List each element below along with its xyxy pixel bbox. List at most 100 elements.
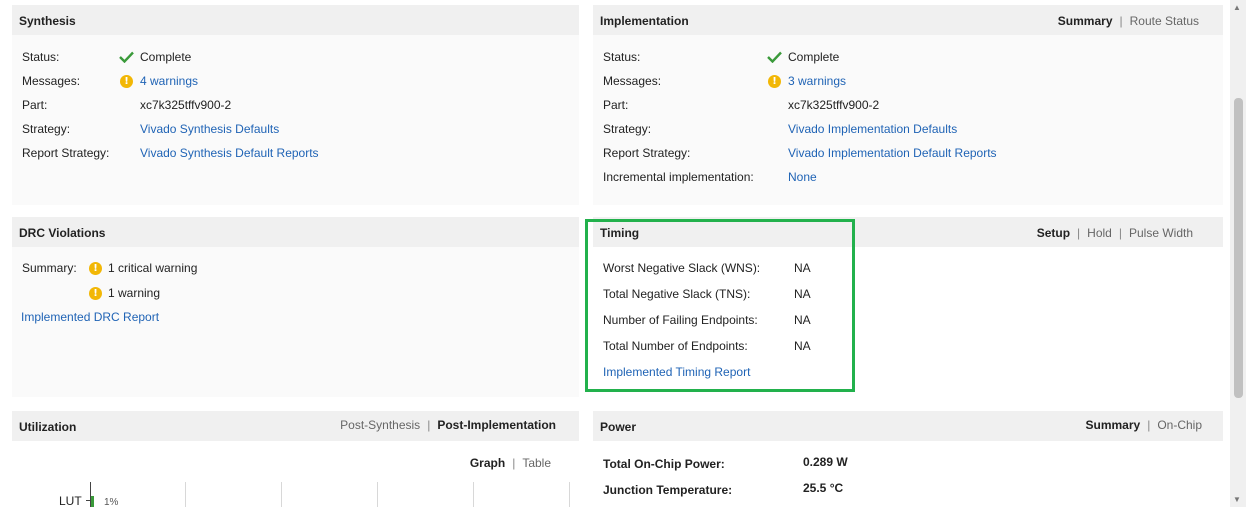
power-title: Power — [600, 420, 637, 434]
implementation-messages-label: Messages: — [603, 74, 662, 88]
drc-critical-warning[interactable]: 1 critical warning — [108, 261, 197, 275]
synthesis-status-value: Complete — [140, 50, 192, 64]
grid-line — [377, 482, 378, 507]
implementation-panel: Implementation Summary | Route Status Stat… — [593, 5, 1223, 205]
tns-value: NA — [794, 287, 811, 301]
utilization-title: Utilization — [19, 420, 77, 434]
timing-report-link[interactable]: Implemented Timing Report — [603, 365, 750, 379]
incremental-label: Incremental implementation: — [603, 170, 754, 184]
synthesis-title: Synthesis — [19, 14, 76, 28]
grid-line — [569, 482, 570, 507]
power-body: Total On-Chip Power: 0.289 W Junction Te… — [593, 441, 1223, 507]
tns-label: Total Negative Slack (TNS): — [603, 287, 751, 301]
tab-on-chip[interactable]: On-Chip — [1157, 418, 1202, 432]
drc-header: DRC Violations — [12, 217, 579, 247]
utilization-header: Utilization Post-Synthesis | Post-Implemen… — [12, 411, 579, 441]
power-panel: Power Summary | On-Chip Total On-Chip Powe… — [593, 411, 1223, 507]
utilization-axis-tick — [86, 500, 90, 501]
tab-power-summary[interactable]: Summary — [1085, 418, 1140, 432]
total-endpoints-label: Total Number of Endpoints: — [603, 339, 748, 353]
timing-header: Timing Setup | Hold | Pulse Width — [593, 217, 1223, 247]
drc-report-link[interactable]: Implemented DRC Report — [21, 310, 159, 324]
check-icon — [767, 51, 782, 64]
implementation-status-value: Complete — [788, 50, 840, 64]
wns-label: Worst Negative Slack (WNS): — [603, 261, 761, 275]
timing-panel: Timing Setup | Hold | Pulse Width Worst Nega… — [593, 217, 1223, 397]
scroll-up-icon[interactable]: ▲ — [1233, 3, 1241, 12]
check-icon — [119, 51, 134, 64]
scroll-down-icon[interactable]: ▼ — [1233, 495, 1241, 504]
synthesis-part-value: xc7k325tffv900-2 — [140, 98, 232, 112]
utilization-row-label: LUT — [59, 494, 82, 507]
tab-separator: | — [512, 456, 516, 470]
total-power-value: 0.289 W — [803, 455, 848, 469]
warning-icon: ! — [120, 75, 133, 88]
synthesis-body: Status: Complete Messages: ! 4 warnings … — [12, 35, 579, 205]
tab-separator: | — [1077, 226, 1081, 240]
timing-body: Worst Negative Slack (WNS): NA Total Neg… — [593, 247, 1223, 397]
junction-temp-label: Junction Temperature: — [603, 483, 733, 497]
utilization-panel: Utilization Post-Synthesis | Post-Implemen… — [12, 411, 579, 507]
critical-warning-icon: ! — [89, 262, 102, 275]
tab-table[interactable]: Table — [522, 456, 551, 470]
tab-post-implementation[interactable]: Post-Implementation — [437, 418, 556, 432]
synthesis-report-strategy-link[interactable]: Vivado Synthesis Default Reports — [140, 146, 319, 160]
scroll-thumb[interactable] — [1234, 98, 1243, 398]
vertical-scrollbar[interactable]: ▲ ▼ — [1230, 0, 1246, 507]
total-power-label: Total On-Chip Power: — [603, 457, 725, 471]
tab-pulse-width[interactable]: Pulse Width — [1129, 226, 1193, 240]
tab-implementation-summary[interactable]: Summary — [1058, 14, 1113, 28]
utilization-percent: 1% — [104, 497, 119, 507]
power-tabs: Summary | On-Chip — [1085, 418, 1202, 432]
timing-title: Timing — [600, 226, 640, 240]
wns-value: NA — [794, 261, 811, 275]
implementation-body: Status: Complete Messages: ! 3 warnings … — [593, 35, 1223, 205]
tab-separator: | — [427, 418, 431, 432]
implementation-strategy-link[interactable]: Vivado Implementation Defaults — [788, 122, 957, 136]
tab-separator: | — [1119, 14, 1123, 28]
implementation-report-strategy-link[interactable]: Vivado Implementation Default Reports — [788, 146, 997, 160]
utilization-view-tabs: Graph | Table — [470, 456, 551, 470]
drc-title: DRC Violations — [19, 226, 106, 240]
utilization-tabs: Post-Synthesis | Post-Implementation — [340, 418, 556, 432]
synthesis-strategy-label: Strategy: — [22, 122, 71, 136]
implementation-status-label: Status: — [603, 50, 641, 64]
failing-endpoints-label: Number of Failing Endpoints: — [603, 313, 758, 327]
synthesis-warnings-link[interactable]: 4 warnings — [140, 74, 198, 88]
tab-hold[interactable]: Hold — [1087, 226, 1112, 240]
tab-setup[interactable]: Setup — [1037, 226, 1070, 240]
total-endpoints-value: NA — [794, 339, 811, 353]
tab-post-synthesis[interactable]: Post-Synthesis — [340, 418, 420, 432]
tab-separator: | — [1147, 418, 1151, 432]
grid-line — [281, 482, 282, 507]
failing-endpoints-value: NA — [794, 313, 811, 327]
synthesis-panel: Synthesis Status: Complete Messages: ! 4… — [12, 5, 579, 205]
junction-temp-value: 25.5 °C — [803, 481, 844, 495]
tab-graph[interactable]: Graph — [470, 456, 505, 470]
implementation-report-strategy-label: Report Strategy: — [603, 146, 691, 160]
tab-separator: | — [1118, 226, 1122, 240]
implementation-part-label: Part: — [603, 98, 629, 112]
implementation-strategy-label: Strategy: — [603, 122, 652, 136]
warning-icon: ! — [89, 287, 102, 300]
implementation-header: Implementation Summary | Route Status — [593, 5, 1223, 35]
tab-route-status[interactable]: Route Status — [1130, 14, 1199, 28]
synthesis-strategy-link[interactable]: Vivado Synthesis Defaults — [140, 122, 279, 136]
synthesis-part-label: Part: — [22, 98, 48, 112]
implementation-tabs: Summary | Route Status — [1058, 14, 1199, 28]
incremental-link[interactable]: None — [788, 170, 817, 184]
synthesis-header: Synthesis — [12, 5, 579, 35]
utilization-bar — [91, 496, 94, 507]
timing-tabs: Setup | Hold | Pulse Width — [1037, 226, 1193, 240]
drc-summary-label: Summary: — [22, 261, 77, 275]
synthesis-status-label: Status: — [22, 50, 60, 64]
utilization-body: Graph | Table LUT 1% — [12, 441, 579, 507]
drc-panel: DRC Violations Summary: ! 1 critical war… — [12, 217, 579, 397]
drc-warning[interactable]: 1 warning — [108, 286, 160, 300]
implementation-title: Implementation — [600, 14, 689, 28]
drc-body: Summary: ! 1 critical warning ! 1 warnin… — [12, 247, 579, 397]
grid-line — [473, 482, 474, 507]
warning-icon: ! — [768, 75, 781, 88]
synthesis-messages-label: Messages: — [22, 74, 81, 88]
implementation-warnings-link[interactable]: 3 warnings — [788, 74, 846, 88]
